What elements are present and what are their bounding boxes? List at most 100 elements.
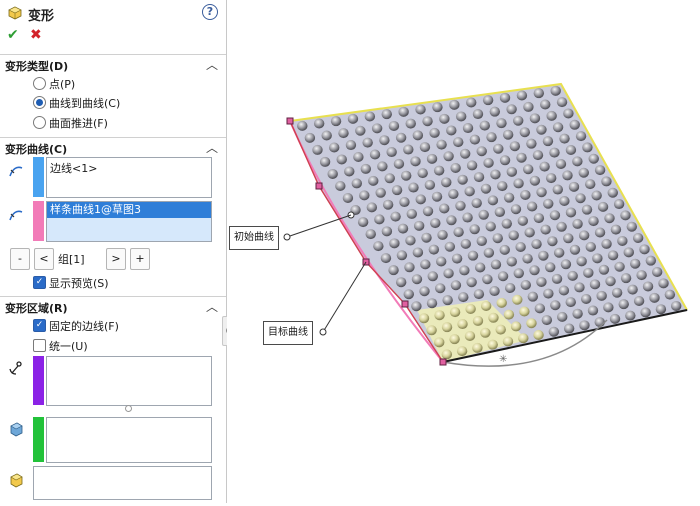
bump	[499, 155, 511, 166]
bump	[524, 227, 535, 238]
panel-header: 变形 ?	[0, 0, 226, 26]
bump	[578, 167, 589, 178]
target-curve-callout[interactable]: 目标曲线	[263, 321, 313, 345]
target-curve-leader	[322, 261, 367, 333]
bump	[532, 150, 544, 161]
bump	[480, 300, 492, 311]
cancel-button[interactable]: ✖	[30, 27, 42, 43]
radio-button[interactable]	[33, 77, 46, 90]
bump	[549, 210, 561, 221]
model-view[interactable]: ✳	[227, 0, 700, 503]
bump	[421, 232, 432, 243]
bump	[379, 135, 390, 146]
remove-group-button[interactable]: -	[10, 248, 30, 270]
bump	[529, 113, 541, 124]
deform-type-heading: 变形类型(D)	[5, 60, 69, 73]
bump	[551, 273, 563, 284]
initial-curve-callout[interactable]: 初始曲线	[229, 226, 279, 250]
bump	[515, 241, 526, 252]
bump	[494, 207, 506, 218]
bump	[433, 165, 445, 176]
initial-curve-item[interactable]: 边线<1>	[50, 160, 97, 176]
bump	[345, 140, 357, 151]
bump	[572, 218, 583, 229]
chevron-up-icon[interactable]: ︿	[206, 298, 218, 315]
bump	[533, 88, 545, 99]
bump	[645, 255, 657, 266]
bump	[614, 261, 625, 272]
resize-handle-icon[interactable]	[125, 405, 132, 412]
deform-curves-section-header[interactable]: 变形曲线(C) ︿	[0, 137, 226, 158]
bump	[539, 161, 550, 172]
bump	[476, 146, 487, 157]
target-curve-list-empty[interactable]	[47, 218, 211, 241]
bump	[486, 132, 497, 143]
bump	[536, 276, 547, 287]
bump	[342, 193, 354, 204]
bump	[411, 301, 422, 312]
bump	[377, 161, 388, 172]
bump	[415, 194, 426, 205]
bump	[559, 133, 570, 144]
bump	[538, 250, 549, 261]
fixed-edges-checkbox[interactable]: ✓	[33, 319, 46, 332]
radio-button[interactable]	[33, 116, 46, 129]
bump	[523, 101, 534, 112]
prev-group-button[interactable]: <	[34, 248, 54, 270]
spline-point[interactable]	[401, 300, 409, 308]
initial-curve-list[interactable]: 边线<1>	[46, 157, 212, 198]
bump	[446, 215, 457, 226]
bump	[568, 181, 580, 192]
bump	[618, 299, 629, 310]
bump	[626, 221, 638, 232]
bump	[436, 256, 447, 267]
bump	[591, 190, 602, 201]
add-group-button[interactable]: +	[130, 248, 150, 270]
bump	[393, 158, 405, 169]
deform-region-section-header[interactable]: 变形区域(R) ︿	[0, 296, 226, 317]
graphics-viewport[interactable]: ✳ 初始曲线 目标曲线	[227, 0, 700, 503]
bump	[462, 123, 474, 134]
radio-button-selected[interactable]	[33, 96, 46, 109]
next-group-button[interactable]: >	[106, 248, 126, 270]
bump	[422, 116, 433, 127]
deform-type-section-header[interactable]: 变形类型(D) ︿	[0, 54, 226, 75]
component-icon	[10, 473, 23, 488]
bodies-list[interactable]	[46, 417, 212, 463]
bump	[457, 319, 468, 330]
bump	[488, 312, 499, 323]
bump	[330, 116, 342, 127]
bump	[565, 207, 577, 218]
chevron-up-icon[interactable]: ︿	[206, 139, 218, 156]
bump	[632, 233, 644, 244]
show-preview-checkbox[interactable]: ✓	[33, 276, 46, 289]
bump	[546, 110, 557, 121]
target-curve-list[interactable]: 样条曲线1@草图3	[46, 201, 212, 242]
bump	[450, 162, 461, 173]
fixed-edges-list[interactable]	[46, 356, 212, 406]
spline-point[interactable]	[439, 358, 447, 366]
bump	[404, 262, 415, 273]
bump	[671, 300, 682, 311]
group-label: 组[1]	[58, 253, 85, 266]
target-curve-item-selected[interactable]: 样条曲线1@草图3	[47, 202, 211, 218]
bump	[519, 127, 531, 138]
bump	[636, 270, 647, 281]
bump	[426, 298, 438, 309]
chevron-up-icon[interactable]: ︿	[206, 56, 218, 73]
bump	[496, 297, 507, 308]
spline-point[interactable]	[286, 117, 294, 125]
bump	[596, 290, 607, 301]
bump	[434, 310, 445, 321]
bump	[597, 201, 609, 212]
bump	[466, 277, 477, 288]
bump	[351, 178, 362, 189]
bump	[526, 201, 538, 212]
help-icon[interactable]: ?	[202, 4, 218, 20]
uniform-checkbox[interactable]	[33, 339, 46, 352]
bump	[620, 210, 631, 221]
bump	[503, 309, 515, 320]
components-list[interactable]	[33, 466, 212, 500]
spline-point[interactable]	[315, 182, 323, 190]
ok-button[interactable]: ✔	[7, 27, 19, 43]
